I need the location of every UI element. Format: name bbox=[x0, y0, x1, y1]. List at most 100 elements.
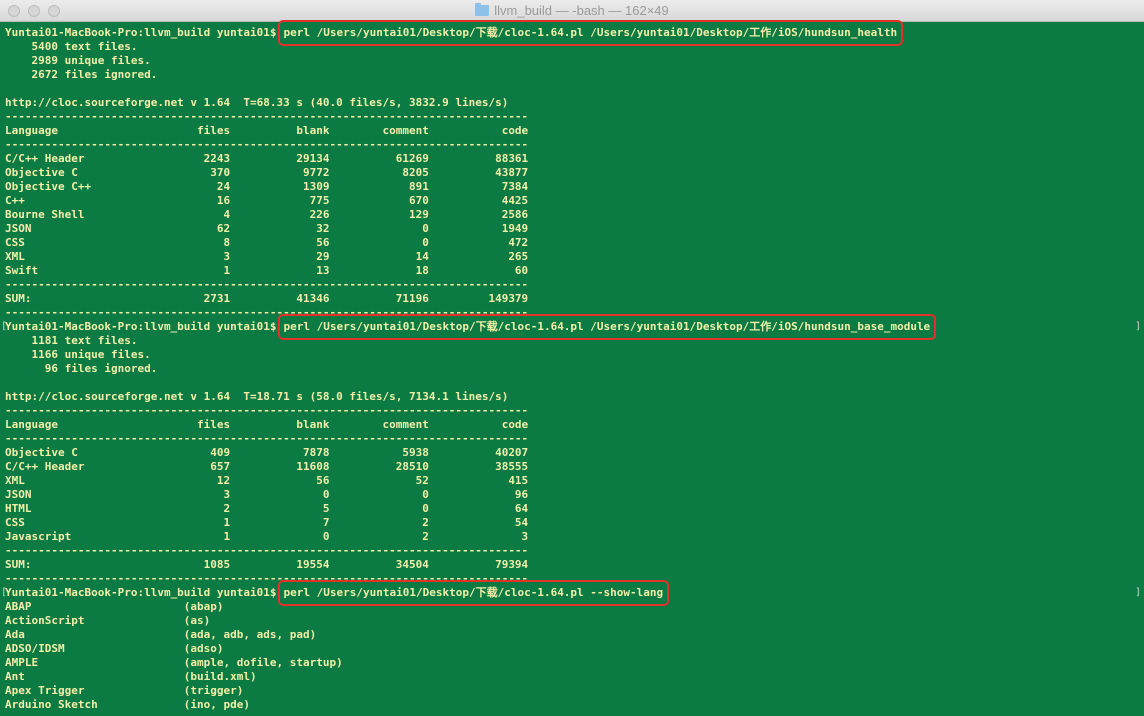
output-text: ----------------------------------------… bbox=[5, 138, 529, 151]
terminal-line: ----------------------------------------… bbox=[5, 544, 1144, 558]
output-text: SUM: 2731 41346 71196 149379 bbox=[5, 292, 529, 305]
terminal-line: Bourne Shell 4 226 129 2586 bbox=[5, 208, 1144, 222]
terminal-line: AMPLE (ample, dofile, startup) bbox=[5, 656, 1144, 670]
highlighted-command: perl /Users/yuntai01/Desktop/下载/cloc-1.6… bbox=[277, 580, 669, 606]
terminal-line: CSS 1 7 2 54 bbox=[5, 516, 1144, 530]
output-text: AMPLE (ample, dofile, startup) bbox=[5, 656, 343, 669]
terminal-line: ----------------------------------------… bbox=[5, 110, 1144, 124]
folder-icon bbox=[475, 3, 490, 16]
terminal-line: Objective C++ 24 1309 891 7384 bbox=[5, 180, 1144, 194]
terminal-line: Objective C 370 9772 8205 43877 bbox=[5, 166, 1144, 180]
output-text: Arduino Sketch (ino, pde) bbox=[5, 698, 251, 711]
output-text: Ada (ada, adb, ads, pad) bbox=[5, 628, 317, 641]
output-text: 2989 unique files. bbox=[5, 54, 151, 67]
terminal-line: http://cloc.sourceforge.net v 1.64 T=18.… bbox=[5, 390, 1144, 404]
output-text: ----------------------------------------… bbox=[5, 544, 529, 557]
terminal-line: Javascript 1 0 2 3 bbox=[5, 530, 1144, 544]
terminal-line: XML 12 56 52 415 bbox=[5, 474, 1144, 488]
terminal-line: Arduino Sketch (ino, pde) bbox=[5, 698, 1144, 712]
output-text: C/C++ Header 2243 29134 61269 88361 bbox=[5, 152, 529, 165]
terminal-line: ABAP (abap) bbox=[5, 600, 1144, 614]
output-text: Bourne Shell 4 226 129 2586 bbox=[5, 208, 529, 221]
terminal-prompt-line: Yuntai01-MacBook-Pro:llvm_build yuntai01… bbox=[1, 314, 1144, 340]
output-text: C/C++ Header 657 11608 28510 38555 bbox=[5, 460, 529, 473]
output-text: ----------------------------------------… bbox=[5, 110, 529, 123]
output-text: ADSO/IDSM (adso) bbox=[5, 642, 224, 655]
output-text: 2672 files ignored. bbox=[5, 68, 158, 81]
output-text: 5400 text files. bbox=[5, 40, 138, 53]
window-title: llvm_build — -bash — 162×49 bbox=[494, 3, 669, 18]
terminal-prompt-line: Yuntai01-MacBook-Pro:llvm_build yuntai01… bbox=[1, 580, 1144, 606]
highlighted-command: perl /Users/yuntai01/Desktop/下载/cloc-1.6… bbox=[277, 20, 903, 46]
selection-mark-right: ] bbox=[1134, 321, 1141, 332]
output-text: HTML 2 5 0 64 bbox=[5, 502, 529, 515]
output-text: Apex Trigger (trigger) bbox=[5, 684, 244, 697]
terminal-line: Language files blank comment code bbox=[5, 124, 1144, 138]
output-text: CSS 8 56 0 472 bbox=[5, 236, 529, 249]
selection-mark-right: ] bbox=[1134, 587, 1141, 598]
terminal-line: 1181 text files. bbox=[5, 334, 1144, 348]
terminal-line: CSS 8 56 0 472 bbox=[5, 236, 1144, 250]
output-text: ABAP (abap) bbox=[5, 600, 224, 613]
terminal-line: Language files blank comment code bbox=[5, 418, 1144, 432]
output-text: Objective C 409 7878 5938 40207 bbox=[5, 446, 529, 459]
shell-prompt: Yuntai01-MacBook-Pro:llvm_build yuntai01… bbox=[5, 320, 277, 333]
output-text: C++ 16 775 670 4425 bbox=[5, 194, 529, 207]
terminal-line: ADSO/IDSM (adso) bbox=[5, 642, 1144, 656]
terminal-window: llvm_build — -bash — 162×49 Yuntai01-Mac… bbox=[0, 0, 1144, 716]
output-text: Objective C 370 9772 8205 43877 bbox=[5, 166, 529, 179]
terminal-line: Apex Trigger (trigger) bbox=[5, 684, 1144, 698]
terminal-line: C/C++ Header 657 11608 28510 38555 bbox=[5, 460, 1144, 474]
output-text: Language files blank comment code bbox=[5, 124, 529, 137]
terminal-output[interactable]: Yuntai01-MacBook-Pro:llvm_build yuntai01… bbox=[0, 20, 1144, 716]
terminal-line: 1166 unique files. bbox=[5, 348, 1144, 362]
terminal-line: ----------------------------------------… bbox=[5, 138, 1144, 152]
output-text: SUM: 1085 19554 34504 79394 bbox=[5, 558, 529, 571]
title-bar: llvm_build — -bash — 162×49 bbox=[0, 0, 1144, 22]
window-title-area: llvm_build — -bash — 162×49 bbox=[0, 0, 1144, 22]
output-text: ----------------------------------------… bbox=[5, 432, 529, 445]
terminal-line: XML 3 29 14 265 bbox=[5, 250, 1144, 264]
terminal-line: Ant (build.xml) bbox=[5, 670, 1144, 684]
output-text: XML 3 29 14 265 bbox=[5, 250, 529, 263]
terminal-line: 2672 files ignored. bbox=[5, 68, 1144, 82]
output-text: JSON 62 32 0 1949 bbox=[5, 222, 529, 235]
terminal-line: ActionScript (as) bbox=[5, 614, 1144, 628]
output-text: Javascript 1 0 2 3 bbox=[5, 530, 529, 543]
terminal-line: 2989 unique files. bbox=[5, 54, 1144, 68]
terminal-line: JSON 62 32 0 1949 bbox=[5, 222, 1144, 236]
terminal-line: Ada (ada, adb, ads, pad) bbox=[5, 628, 1144, 642]
terminal-line: ----------------------------------------… bbox=[5, 432, 1144, 446]
output-text: Ant (build.xml) bbox=[5, 670, 257, 683]
selection-mark-left: [ bbox=[1, 321, 8, 332]
output-text: http://cloc.sourceforge.net v 1.64 T=68.… bbox=[5, 96, 509, 109]
output-text: JSON 3 0 0 96 bbox=[5, 488, 529, 501]
terminal-line: Objective C 409 7878 5938 40207 bbox=[5, 446, 1144, 460]
terminal-line: SUM: 1085 19554 34504 79394 bbox=[5, 558, 1144, 572]
terminal-line: SUM: 2731 41346 71196 149379 bbox=[5, 292, 1144, 306]
terminal-line: C++ 16 775 670 4425 bbox=[5, 194, 1144, 208]
terminal-line: 96 files ignored. bbox=[5, 362, 1144, 376]
output-text: ActionScript (as) bbox=[5, 614, 211, 627]
terminal-line: ----------------------------------------… bbox=[5, 404, 1144, 418]
terminal-line: JSON 3 0 0 96 bbox=[5, 488, 1144, 502]
selection-mark-left: [ bbox=[1, 587, 8, 598]
output-text: CSS 1 7 2 54 bbox=[5, 516, 529, 529]
terminal-line: Swift 1 13 18 60 bbox=[5, 264, 1144, 278]
terminal-line: ----------------------------------------… bbox=[5, 278, 1144, 292]
output-text: ----------------------------------------… bbox=[5, 404, 529, 417]
terminal-line: HTML 2 5 0 64 bbox=[5, 502, 1144, 516]
output-text: 1166 unique files. bbox=[5, 348, 151, 361]
shell-prompt: Yuntai01-MacBook-Pro:llvm_build yuntai01… bbox=[5, 586, 277, 599]
output-text: Objective C++ 24 1309 891 7384 bbox=[5, 180, 529, 193]
terminal-prompt-line: Yuntai01-MacBook-Pro:llvm_build yuntai01… bbox=[5, 20, 1144, 46]
output-text: Swift 1 13 18 60 bbox=[5, 264, 529, 277]
highlighted-command: perl /Users/yuntai01/Desktop/下载/cloc-1.6… bbox=[277, 314, 936, 340]
output-text: 96 files ignored. bbox=[5, 362, 158, 375]
output-text: XML 12 56 52 415 bbox=[5, 474, 529, 487]
terminal-line: C/C++ Header 2243 29134 61269 88361 bbox=[5, 152, 1144, 166]
shell-prompt: Yuntai01-MacBook-Pro:llvm_build yuntai01… bbox=[5, 26, 277, 39]
output-text: 1181 text files. bbox=[5, 334, 138, 347]
